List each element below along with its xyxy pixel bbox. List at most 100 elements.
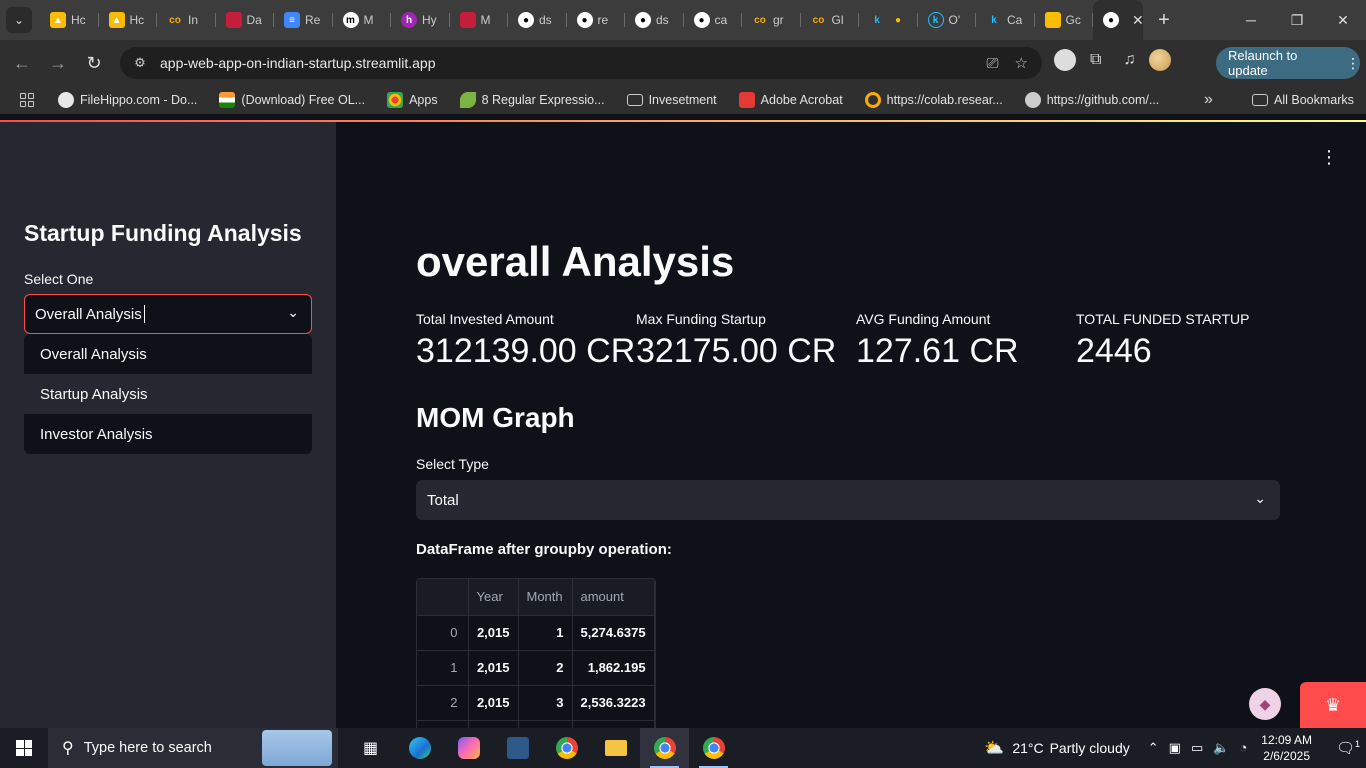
tab-label: Hc xyxy=(71,13,86,27)
bookmark-item[interactable]: (Download) Free OL... xyxy=(219,92,365,108)
table-cell[interactable]: 3 xyxy=(518,685,573,721)
search-highlight-image xyxy=(262,730,332,766)
taskbar-search-box[interactable]: ⚲ Type here to search xyxy=(48,728,338,768)
analysis-select[interactable]: Overall Analysis ⌄ xyxy=(24,294,312,334)
extension-icon[interactable] xyxy=(1054,49,1076,71)
media-icon[interactable]: ♫ xyxy=(1123,51,1135,69)
browser-tab[interactable]: mM xyxy=(333,0,392,40)
chevron-up-icon[interactable]: ⌃ xyxy=(1148,740,1159,756)
folder-icon xyxy=(626,94,643,106)
type-select[interactable]: Total ⌄ xyxy=(416,480,1280,520)
bookmark-item[interactable]: Adobe Acrobat xyxy=(738,92,843,108)
bookmark-item[interactable]: Apps xyxy=(387,92,438,108)
restore-icon[interactable]: ❐ xyxy=(1274,0,1320,40)
bookmark-item[interactable]: FileHippo.com - Do... xyxy=(58,92,197,108)
option-overall-analysis[interactable]: Overall Analysis xyxy=(24,334,312,374)
network-meter-icon[interactable]: ▣ xyxy=(1169,740,1181,756)
main-menu-icon[interactable]: ⋮ xyxy=(1320,147,1338,168)
browser-tab[interactable]: ▲ Hc xyxy=(40,0,99,40)
browser-tab[interactable]: ● ca xyxy=(684,0,743,40)
close-tab-icon[interactable]: ✕ xyxy=(1132,12,1143,29)
browser-tab[interactable]: ● ds xyxy=(508,0,567,40)
browser-tab[interactable]: k Ca xyxy=(976,0,1035,40)
search-icon: ⚲ xyxy=(62,740,74,757)
notification-center-icon[interactable]: 🗨1 xyxy=(1330,739,1366,757)
clock[interactable]: 12:09 AM 2/6/2025 xyxy=(1261,732,1312,764)
bookmark-item[interactable]: https://github.com/... xyxy=(1024,92,1159,108)
bookmark-star-icon[interactable]: ☆ xyxy=(1015,54,1028,72)
start-button[interactable] xyxy=(0,740,48,756)
table-cell[interactable]: 2 xyxy=(518,650,573,686)
volume-icon[interactable]: 🔈 xyxy=(1213,740,1229,756)
column-header[interactable]: amount xyxy=(572,579,655,616)
apps-grid-icon[interactable] xyxy=(20,93,34,107)
reload-icon[interactable]: ↻ xyxy=(76,53,112,74)
bookmark-item[interactable]: https://colab.resear... xyxy=(864,92,1003,108)
column-header[interactable]: Year xyxy=(468,579,519,616)
clock-date: 2/6/2025 xyxy=(1263,749,1310,763)
relaunch-button[interactable]: Relaunch to update ⋮ xyxy=(1216,47,1360,79)
browser-tab[interactable]: k ● xyxy=(859,0,918,40)
close-window-icon[interactable]: ✕ xyxy=(1320,0,1366,40)
folder-icon xyxy=(1252,94,1268,106)
wifi-icon[interactable]: ◔ xyxy=(1239,740,1247,756)
more-bookmarks-icon[interactable]: » xyxy=(1204,86,1213,114)
chrome-profile-icon[interactable] xyxy=(689,728,738,768)
metric-label: AVG Funding Amount xyxy=(856,311,991,327)
table-cell[interactable]: 2,015 xyxy=(468,615,519,651)
table-cell[interactable]: 1,862.195 xyxy=(572,650,655,686)
browser-tab[interactable]: co In xyxy=(157,0,216,40)
copilot-icon[interactable] xyxy=(444,728,493,768)
table-cell[interactable]: 5,274.6375 xyxy=(572,615,655,651)
table-cell[interactable]: 1 xyxy=(518,615,573,651)
browser-tab[interactable]: ≡ Re xyxy=(274,0,333,40)
option-investor-analysis[interactable]: Investor Analysis xyxy=(24,414,312,454)
tab-search-button[interactable]: ⌄ xyxy=(6,7,32,33)
mysql-workbench-icon[interactable] xyxy=(493,728,542,768)
browser-tab[interactable]: ● re xyxy=(567,0,626,40)
table-cell[interactable]: 2,015 xyxy=(468,685,519,721)
google-drive-icon: ▲ xyxy=(108,12,125,28)
extensions-area: ⧉ ♫ xyxy=(1054,49,1172,71)
all-bookmarks-button[interactable]: All Bookmarks xyxy=(1252,86,1354,114)
browser-tab-active[interactable]: ● ✕ xyxy=(1093,0,1143,40)
battery-icon[interactable]: ▭ xyxy=(1191,740,1203,756)
forward-icon[interactable]: → xyxy=(40,53,76,74)
weather-widget[interactable]: ⛅ 21°C Partly cloudy xyxy=(984,738,1129,758)
india-flag-icon xyxy=(219,92,236,108)
browser-tab[interactable]: h Hy xyxy=(391,0,450,40)
colab-icon xyxy=(864,92,881,108)
profile-avatar[interactable] xyxy=(1149,49,1172,71)
back-icon[interactable]: ← xyxy=(4,53,40,74)
task-view-icon[interactable]: ▦ xyxy=(346,728,395,768)
chrome-icon[interactable] xyxy=(542,728,591,768)
bookmark-item[interactable]: 8 Regular Expressio... xyxy=(459,92,605,108)
option-startup-analysis[interactable]: Startup Analysis xyxy=(24,374,312,414)
bookmark-item[interactable]: Invesetment xyxy=(626,93,717,107)
minimize-icon[interactable]: ─ xyxy=(1228,0,1274,40)
chrome-profile-icon[interactable] xyxy=(640,728,689,768)
browser-tab[interactable]: k O' xyxy=(918,0,977,40)
selected-value: Overall Analysis xyxy=(35,305,142,323)
browser-tab[interactable]: M xyxy=(450,0,509,40)
browser-tab[interactable]: co gr xyxy=(742,0,801,40)
column-header[interactable]: Month xyxy=(518,579,573,616)
site-info-icon[interactable]: ⚙ xyxy=(124,55,156,71)
address-bar[interactable]: ⚙ app-web-app-on-indian-startup.streamli… xyxy=(120,47,1042,79)
browser-tab[interactable]: ▲ Hc xyxy=(99,0,158,40)
metric-value: 312139.00 CR xyxy=(416,332,636,370)
install-app-icon[interactable]: ⎚ xyxy=(987,55,999,72)
user-avatar-icon[interactable]: ◆ xyxy=(1249,688,1281,720)
edge-icon[interactable] xyxy=(395,728,444,768)
browser-tab[interactable]: Gc xyxy=(1035,0,1094,40)
file-explorer-icon[interactable] xyxy=(591,728,640,768)
streamlit-crown-icon[interactable]: ♛ xyxy=(1300,682,1366,728)
puzzle-icon[interactable]: ⧉ xyxy=(1090,51,1101,69)
browser-tab[interactable]: ● ds xyxy=(625,0,684,40)
table-cell[interactable]: 2,536.3223 xyxy=(572,685,655,721)
browser-tab[interactable]: Da xyxy=(216,0,275,40)
browser-tab[interactable]: co Gl xyxy=(801,0,860,40)
sidebar-title: Startup Funding Analysis xyxy=(24,220,302,246)
new-tab-button[interactable]: + xyxy=(1149,9,1179,32)
table-cell[interactable]: 2,015 xyxy=(468,650,519,686)
